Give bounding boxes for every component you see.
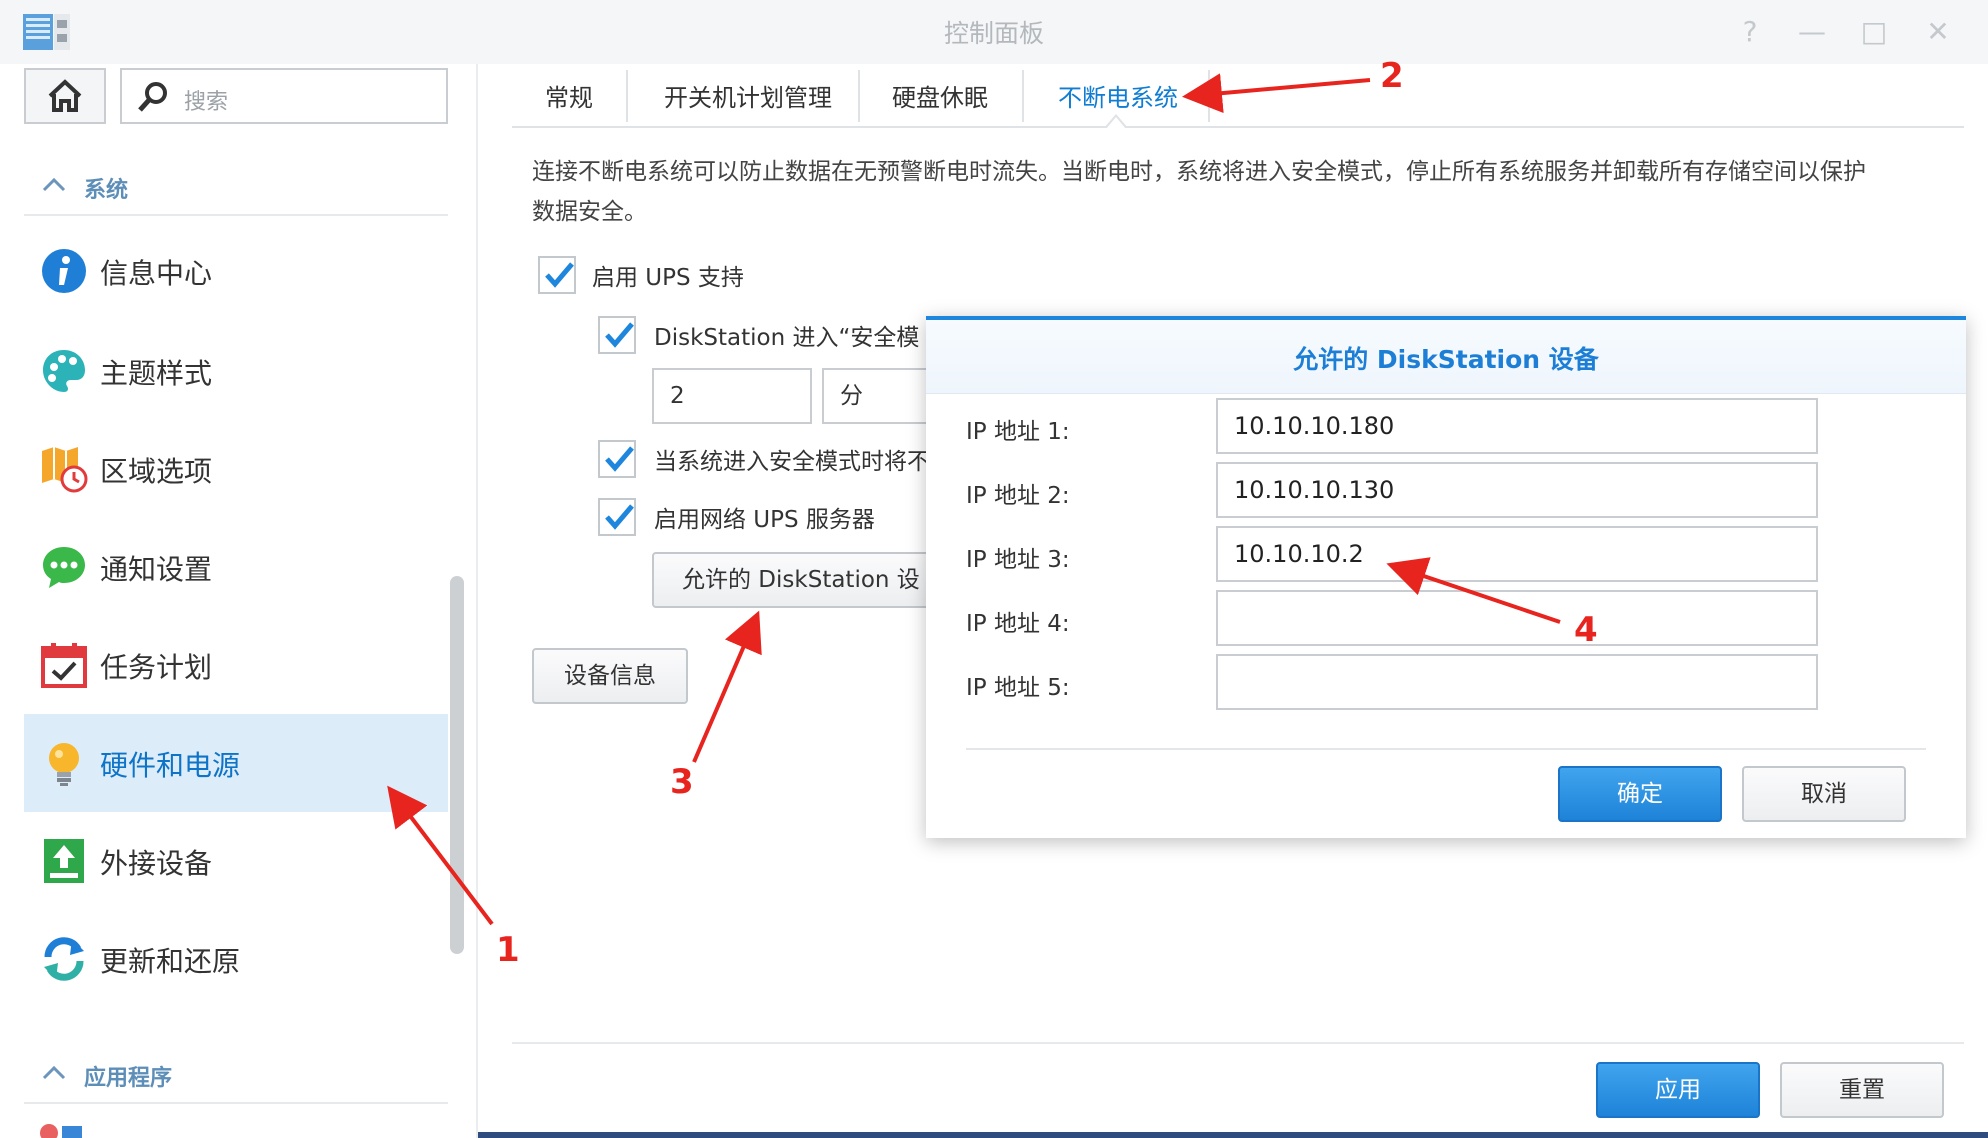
map-clock-icon xyxy=(42,447,88,493)
tab-separator xyxy=(1022,70,1024,122)
upload-icon xyxy=(44,839,84,883)
checkmark-icon xyxy=(605,322,634,348)
ip-label-3: IP 地址 3: xyxy=(966,547,1070,573)
dialog-divider xyxy=(966,748,1926,750)
ip-label-1: IP 地址 1: xyxy=(966,419,1070,445)
description-line: 数据安全。 xyxy=(532,199,647,225)
checkmark-icon xyxy=(605,446,634,472)
refresh-icon xyxy=(44,937,84,981)
home-icon xyxy=(48,79,82,112)
sidebar-item-theme[interactable]: 主题样式 xyxy=(24,322,448,420)
sidebar-item-info-center[interactable]: 信息中心 xyxy=(24,222,448,320)
active-tab-pointer xyxy=(1104,114,1128,129)
enable-ups-checkbox[interactable] xyxy=(538,256,576,294)
chevron-up-icon xyxy=(42,177,66,192)
sidebar-item-label: 任务计划 xyxy=(100,651,213,684)
sidebar-item-label: 外接设备 xyxy=(100,847,213,880)
sidebar: 搜索 系统 信息中心 主题样式 区域选项 通知设置 任务计划 硬件和电源 外接设… xyxy=(0,64,478,1138)
light-bulb-icon xyxy=(49,743,79,786)
description-line: 连接不断电系统可以防止数据在无预警断电时流失。当断电时，系统将进入安全模式，停止… xyxy=(532,159,1866,185)
annotation-arrow-3 xyxy=(692,610,762,763)
close-icon[interactable]: ✕ xyxy=(1920,14,1956,50)
tab-separator xyxy=(1208,70,1210,122)
annotation-number-1: 1 xyxy=(496,930,520,970)
cancel-button[interactable]: 取消 xyxy=(1742,766,1906,822)
minimize-icon[interactable]: — xyxy=(1794,14,1830,50)
shutdown-checkbox[interactable] xyxy=(598,440,636,478)
tab-separator xyxy=(626,70,628,122)
annotation-number-4: 4 xyxy=(1574,610,1598,650)
reset-button[interactable]: 重置 xyxy=(1780,1062,1944,1118)
ip-address-4-input[interactable] xyxy=(1216,590,1818,646)
apply-button[interactable]: 应用 xyxy=(1596,1062,1760,1118)
tab-power-schedule[interactable]: 开关机计划管理 xyxy=(638,74,858,122)
taskbar-strip xyxy=(478,1132,1988,1138)
ups-description: 连接不断电系统可以防止数据在无预警断电时流失。当断电时，系统将进入安全模式，停止… xyxy=(532,152,1942,232)
help-icon[interactable]: ? xyxy=(1732,14,1768,50)
title-bar: 控制面板 ? — □ ✕ xyxy=(0,0,1988,64)
tab-separator xyxy=(858,70,860,122)
sidebar-item-label: 区域选项 xyxy=(100,455,213,488)
ip-address-5-input[interactable] xyxy=(1216,654,1818,710)
annotation-number-3: 3 xyxy=(670,762,694,802)
search-icon xyxy=(138,82,167,112)
annotation-number-2: 2 xyxy=(1380,56,1404,96)
ip-label-2: IP 地址 2: xyxy=(966,483,1070,509)
shutdown-label: 当系统进入安全模式时将不 xyxy=(654,449,930,475)
section-system[interactable]: 系统 xyxy=(24,156,448,216)
sidebar-item-label: 信息中心 xyxy=(100,257,213,290)
safe-mode-time-input[interactable]: 2 xyxy=(652,368,812,424)
network-ups-checkbox[interactable] xyxy=(598,498,636,536)
tab-general[interactable]: 常规 xyxy=(524,74,614,122)
sidebar-item-label: 硬件和电源 xyxy=(100,749,241,782)
sidebar-item-task-scheduler[interactable]: 任务计划 xyxy=(24,616,448,714)
sidebar-item-label: 更新和还原 xyxy=(100,945,241,978)
ip-label-5: IP 地址 5: xyxy=(966,675,1070,701)
safe-mode-label: DiskStation 进入“安全模 xyxy=(654,325,920,351)
dialog-title: 允许的 DiskStation 设备 xyxy=(1293,345,1599,374)
sidebar-item-hardware-power[interactable]: 硬件和电源 xyxy=(24,714,448,812)
tab-bar: 常规 开关机计划管理 硬盘休眠 不断电系统 xyxy=(512,64,1964,128)
section-apps-label: 应用程序 xyxy=(84,1066,173,1091)
ip-address-3-input[interactable]: 10.10.10.2 xyxy=(1216,526,1818,582)
sidebar-item-update-restore[interactable]: 更新和还原 xyxy=(24,910,448,1008)
device-info-button[interactable]: 设备信息 xyxy=(532,648,688,704)
chat-bubble-icon xyxy=(43,547,85,588)
section-apps[interactable]: 应用程序 xyxy=(24,1044,448,1104)
allowed-diskstation-dialog: 允许的 DiskStation 设备 IP 地址 1: 10.10.10.180… xyxy=(926,316,1966,838)
tab-hdd-hibernation[interactable]: 硬盘休眠 xyxy=(870,74,1010,122)
calendar-check-icon xyxy=(41,643,87,688)
ip-address-2-input[interactable]: 10.10.10.130 xyxy=(1216,462,1818,518)
maximize-icon[interactable]: □ xyxy=(1856,14,1892,50)
ip-address-1-input[interactable]: 10.10.10.180 xyxy=(1216,398,1818,454)
chevron-up-icon xyxy=(42,1065,66,1080)
allowed-diskstation-button[interactable]: 允许的 DiskStation 设 xyxy=(652,552,952,608)
home-button[interactable] xyxy=(24,68,106,124)
partial-app-icon xyxy=(40,1120,84,1138)
checkmark-icon xyxy=(605,504,634,530)
sidebar-scrollbar[interactable] xyxy=(450,576,464,954)
safe-mode-checkbox[interactable] xyxy=(598,316,636,354)
ok-button[interactable]: 确定 xyxy=(1558,766,1722,822)
sidebar-item-label: 通知设置 xyxy=(100,553,213,586)
footer-divider xyxy=(512,1042,1964,1044)
info-icon xyxy=(42,249,86,293)
sidebar-item-notifications[interactable]: 通知设置 xyxy=(24,518,448,616)
search-input[interactable]: 搜索 xyxy=(120,68,448,124)
time-unit-select[interactable]: 分 xyxy=(822,368,942,424)
section-system-label: 系统 xyxy=(84,178,129,203)
window-title: 控制面板 xyxy=(943,19,1044,48)
sidebar-item-label: 主题样式 xyxy=(100,357,213,390)
sidebar-item-external-devices[interactable]: 外接设备 xyxy=(24,812,448,910)
ip-label-4: IP 地址 4: xyxy=(966,611,1070,637)
sidebar-item-regional[interactable]: 区域选项 xyxy=(24,420,448,518)
network-ups-label: 启用网络 UPS 服务器 xyxy=(654,507,875,533)
search-placeholder: 搜索 xyxy=(184,90,229,115)
palette-icon xyxy=(43,350,85,392)
checkmark-icon xyxy=(545,262,574,288)
enable-ups-label: 启用 UPS 支持 xyxy=(592,265,744,291)
